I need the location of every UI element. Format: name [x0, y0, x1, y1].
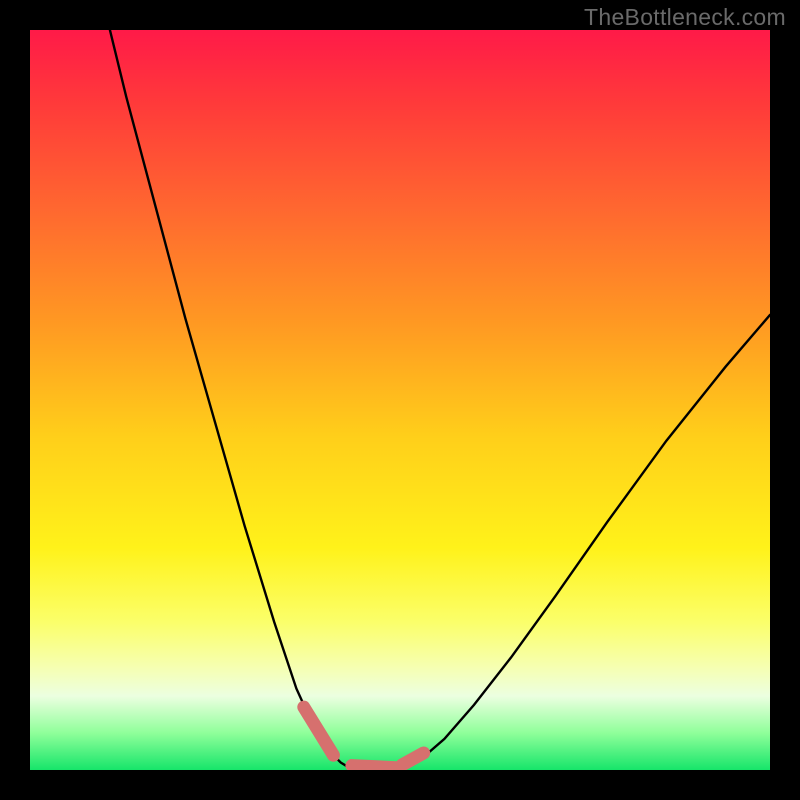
curve-svg	[30, 30, 770, 770]
marker-floor	[352, 766, 396, 768]
plot-area	[30, 30, 770, 770]
marker-left-slope	[304, 707, 334, 755]
curve-right-branch	[407, 315, 770, 766]
watermark-text: TheBottleneck.com	[584, 4, 786, 31]
marker-right-slope	[402, 753, 423, 765]
chart-outer-frame: TheBottleneck.com	[0, 0, 800, 800]
curve-left-branch	[110, 30, 348, 767]
